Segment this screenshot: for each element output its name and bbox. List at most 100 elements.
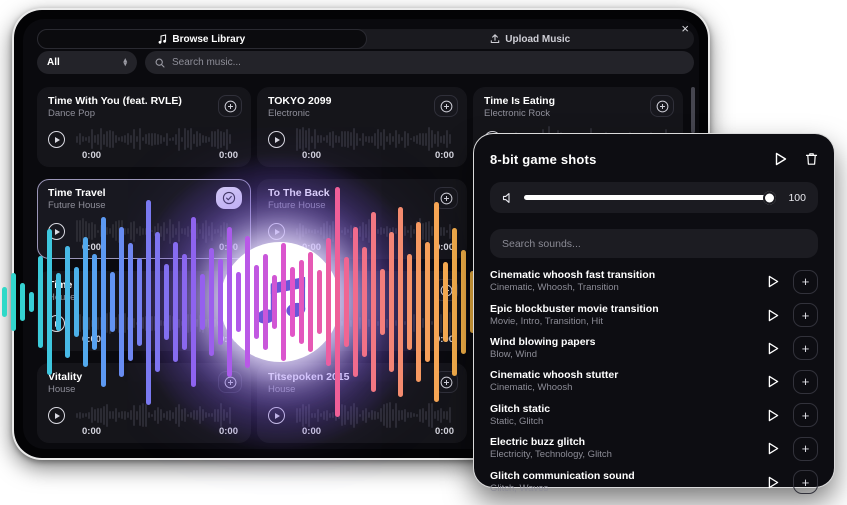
add-sound-button[interactable]: + (793, 303, 818, 327)
sound-effects-panel: 8-bit game shots 100 C (473, 133, 835, 488)
track-card[interactable]: Vitality House 0:00 0:00 (37, 363, 251, 443)
music-search (145, 51, 694, 74)
trash-icon[interactable] (805, 152, 818, 166)
time-start: 0:00 (302, 426, 321, 437)
sound-tags: Electricity, Technology, Glitch (490, 449, 612, 461)
track-card[interactable]: TOKYO 2099 Electronic 0:00 0:00 (257, 87, 467, 167)
time-start: 0:00 (82, 426, 101, 437)
waveform[interactable] (296, 125, 454, 153)
play-sound-icon[interactable] (768, 275, 779, 288)
panel-header: 8-bit game shots (490, 148, 818, 170)
track-title: Time (48, 279, 72, 291)
scrollbar[interactable] (691, 87, 695, 133)
sound-row[interactable]: Cinematic whoosh stutter Cinematic, Whoo… (490, 365, 818, 398)
waveform[interactable] (296, 217, 454, 245)
add-sound-button[interactable]: + (793, 403, 818, 427)
add-track-button[interactable] (218, 95, 242, 117)
sound-title: Cinematic whoosh fast transition (490, 269, 655, 282)
play-track-button[interactable] (268, 223, 285, 240)
play-all-icon[interactable] (775, 152, 787, 166)
add-track-button[interactable] (434, 95, 458, 117)
time-start: 0:00 (302, 242, 321, 253)
sound-row[interactable]: Electric buzz glitch Electricity, Techno… (490, 432, 818, 465)
track-title: Titsepoken 2015 (268, 371, 350, 383)
add-sound-button[interactable]: + (793, 270, 818, 294)
music-search-input[interactable] (172, 57, 684, 68)
play-sound-icon[interactable] (768, 375, 779, 388)
track-card[interactable]: Time With You (feat. RVLE) Dance Pop 0:0… (37, 87, 251, 167)
sound-row[interactable]: Glitch communication sound Glitch, Waves… (490, 465, 818, 498)
sound-tags: Glitch, Waves (490, 483, 635, 495)
track-genre: House (48, 384, 75, 395)
add-sound-button[interactable]: + (793, 336, 818, 360)
add-sound-button[interactable]: + (793, 437, 818, 461)
add-track-button[interactable] (218, 371, 242, 393)
play-sound-icon[interactable] (768, 309, 779, 322)
time-end: 0:00 (219, 426, 238, 437)
waveform[interactable] (76, 217, 238, 245)
sound-row[interactable]: Glitch static Static, Glitch + (490, 399, 818, 432)
add-track-button[interactable] (218, 279, 242, 301)
selected-check-button[interactable] (216, 187, 242, 209)
play-track-button[interactable] (268, 407, 285, 424)
sound-row[interactable]: Cinematic whoosh fast transition Cinemat… (490, 265, 818, 298)
play-sound-icon[interactable] (768, 476, 779, 489)
search-icon (155, 58, 165, 68)
track-card[interactable]: Time House 0:00 0:00 (37, 271, 251, 351)
upload-icon (490, 34, 500, 44)
time-end: 0:00 (435, 426, 454, 437)
play-track-button[interactable] (48, 315, 65, 332)
genre-dropdown[interactable]: All ▴▾ (37, 51, 137, 74)
play-sound-icon[interactable] (768, 442, 779, 455)
sound-tags: Cinematic, Whoosh (490, 382, 618, 394)
track-genre: Electronic (268, 108, 310, 119)
sound-list: Cinematic whoosh fast transition Cinemat… (490, 265, 818, 499)
play-track-button[interactable] (48, 223, 65, 240)
track-card[interactable]: Time Travel Future House 0:00 0:00 (37, 179, 251, 259)
add-track-button[interactable] (650, 95, 674, 117)
waveform[interactable] (76, 125, 238, 153)
sound-row[interactable]: Epic blockbuster movie transition Movie,… (490, 298, 818, 331)
track-genre: Future House (48, 200, 106, 211)
time-start: 0:00 (302, 334, 321, 345)
track-card[interactable]: Titsepoken 2015 House 0:00 0:00 (257, 363, 467, 443)
volume-slider[interactable] (524, 195, 774, 200)
track-card[interactable]: 0:00 0:00 (257, 271, 467, 351)
sound-row[interactable]: Wind blowing papers Blow, Wind + (490, 332, 818, 365)
add-sound-button[interactable]: + (793, 470, 818, 494)
chevron-updown-icon: ▴▾ (123, 59, 127, 67)
play-track-button[interactable] (48, 131, 65, 148)
sound-title: Glitch static (490, 403, 550, 416)
add-sound-button[interactable]: + (793, 370, 818, 394)
track-card[interactable]: To The Back Future House 0:00 0:00 (257, 179, 467, 259)
time-start: 0:00 (82, 242, 101, 253)
close-icon[interactable]: × (681, 22, 689, 36)
volume-slider-knob[interactable] (763, 191, 776, 204)
time-end: 0:00 (219, 334, 238, 345)
sound-tags: Blow, Wind (490, 349, 596, 361)
play-track-button[interactable] (268, 315, 285, 332)
add-track-button[interactable] (434, 279, 458, 301)
play-track-button[interactable] (268, 131, 285, 148)
add-track-button[interactable] (434, 187, 458, 209)
sound-tags: Cinematic, Whoosh, Transition (490, 282, 655, 294)
track-genre: Dance Pop (48, 108, 95, 119)
tab-upload-music[interactable]: Upload Music (367, 29, 695, 49)
waveform[interactable] (76, 309, 238, 337)
sound-title: Glitch communication sound (490, 470, 635, 483)
track-genre: Electronic Rock (484, 108, 550, 119)
play-track-button[interactable] (48, 407, 65, 424)
add-track-button[interactable] (434, 371, 458, 393)
track-title: To The Back (268, 187, 330, 199)
track-title: TOKYO 2099 (268, 95, 331, 107)
app-stage: × Browse Library Upload Music Al (0, 0, 847, 505)
play-sound-icon[interactable] (768, 342, 779, 355)
waveform[interactable] (296, 309, 454, 337)
play-sound-icon[interactable] (768, 409, 779, 422)
tab-browse-library[interactable]: Browse Library (37, 29, 367, 49)
waveform[interactable] (296, 401, 454, 429)
waveform[interactable] (76, 401, 238, 429)
time-end: 0:00 (219, 150, 238, 161)
track-genre: House (268, 384, 295, 395)
sound-search-input[interactable] (502, 238, 806, 250)
